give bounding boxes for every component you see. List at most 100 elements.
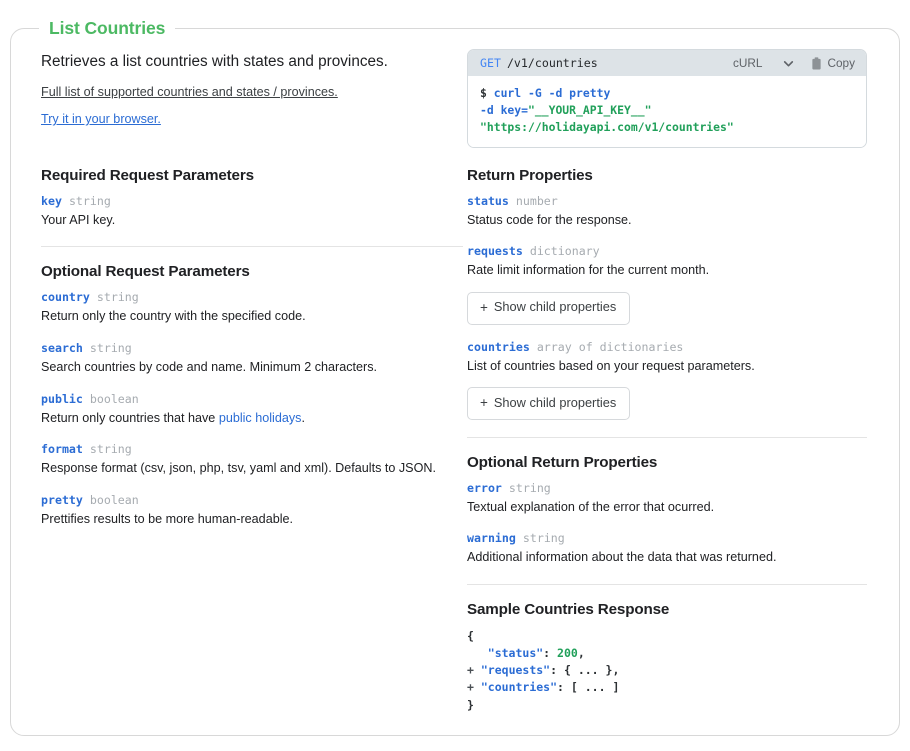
param-country: country string Return only the country wi… [41,290,463,326]
param-type: boolean [89,493,139,508]
param-type: string [89,341,132,355]
desc-text-before: Return only countries that have [41,410,219,425]
property-description: List of countries based on your request … [467,358,755,373]
return-error: error string Textual explanation of the e… [467,481,867,517]
param-type: boolean [89,391,139,406]
desc-text-after: . [301,410,305,425]
param-description: Prettifies results to be more human-read… [41,512,293,527]
code-line-1: curl -G -d pretty [493,86,611,100]
json-close-brace: } [467,697,474,712]
http-method-label: GET [480,56,501,70]
param-description: Return only countries that have public h… [41,410,463,428]
property-name: status [467,193,509,208]
param-pretty-head: pretty boolean [41,493,463,508]
clipboard-icon[interactable] [811,56,822,70]
property-name: requests [467,244,523,259]
return-countries: countries array of dictionaries List of c… [467,340,867,420]
param-description: Return only the country with the specifi… [41,309,306,324]
return-properties-heading: Return Properties [467,166,593,184]
return-warning: warning string Additional information abo… [467,531,867,567]
property-description: Additional information about the data th… [467,550,777,565]
copy-button[interactable]: Copy [827,56,855,70]
request-parameters-column: Required Request Parameters key string Yo… [41,167,463,714]
json-sep: : [543,646,558,661]
show-child-properties-label: Show child properties [493,394,617,410]
return-status: status number Status code for the respons… [467,194,867,230]
code-sample-card: GET /v1/countries cURL Copy $ curl -G -d… [467,49,867,148]
endpoint-summary: Retrieves a list countries with states a… [41,53,388,70]
page-title: List Countries [49,18,166,38]
properties-columns: Required Request Parameters key string Yo… [41,167,871,714]
json-value-status: 200 [557,646,578,661]
property-type: dictionary [529,244,600,259]
section-divider [467,584,867,586]
shell-prompt: $ [480,86,494,100]
public-holidays-link[interactable]: public holidays [219,411,302,425]
param-public-head: public boolean [41,392,463,407]
property-description: Status code for the response. [467,212,632,227]
plus-icon: + [480,300,488,315]
optional-return-properties-heading: Optional Return Properties [467,453,658,471]
param-key: key string Your API key. [41,194,463,230]
param-country-head: country string [41,290,463,305]
card-content: Retrieves a list countries with states a… [11,39,899,714]
show-child-properties-countries-button[interactable]: + Show child properties [467,387,631,420]
language-selector-label[interactable]: cURL [733,56,763,70]
json-expander-countries[interactable]: + [467,680,474,694]
param-name: format [41,442,83,457]
property-type: string [508,480,551,495]
return-properties-column: Return Properties status number Status co… [467,167,867,714]
plus-icon: + [480,395,488,411]
property-name: warning [467,531,516,546]
overview-row: Retrieves a list countries with states a… [41,49,871,148]
code-line-3: "https://holidayapi.com/v1/countries" [480,119,734,134]
param-description: Search countries by code and name. Minim… [41,360,377,375]
property-description: Textual explanation of the error that oc… [467,499,715,514]
section-divider [467,436,867,438]
param-type: string [68,193,111,208]
optional-params-heading: Optional Request Parameters [41,263,250,281]
property-description: Rate limit information for the current m… [467,263,710,278]
json-key-requests: "requests" [480,663,551,678]
param-name: public [41,391,83,406]
param-name: key [41,193,62,208]
description-column: Retrieves a list countries with states a… [41,49,463,138]
endpoint-card: List Countries Retrieves a list countrie… [10,18,900,736]
json-trail: , [577,646,585,661]
json-expander-requests[interactable]: + [467,663,474,677]
show-child-properties-label: Show child properties [493,299,617,315]
property-type: array of dictionaries [536,339,684,354]
sample-response-code: { "status": 200, + "requests": { ... }, … [467,628,867,714]
code-sample-header: GET /v1/countries cURL Copy [468,50,866,76]
param-key-head: key string [41,194,463,209]
code-sample-body: $ curl -G -d pretty -d key="__YOUR_API_K… [468,76,866,147]
param-name: pretty [41,493,83,508]
code-line-2-value: "__YOUR_API_KEY__" [528,102,652,117]
json-key-countries: "countries" [480,680,558,695]
json-value-countries: [ ... ] [570,680,620,695]
param-type: string [96,290,139,305]
code-sample-column: GET /v1/countries cURL Copy $ curl -G -d… [467,49,867,148]
return-status-head: status number [467,194,867,209]
param-search-head: search string [41,341,463,356]
param-public: public boolean Return only countries that… [41,392,463,428]
json-open-brace: { [467,629,474,644]
show-child-properties-requests-button[interactable]: + Show child properties [467,292,631,325]
try-in-browser-link[interactable]: Try it in your browser. [41,111,463,128]
param-description: Your API key. [41,212,116,227]
property-type: number [515,193,558,208]
param-format: format string Response format (csv, json,… [41,442,463,478]
return-error-head: error string [467,481,867,496]
chevron-down-icon[interactable] [782,57,795,70]
json-sep: : [557,680,571,695]
param-search: search string Search countries by code an… [41,341,463,377]
param-type: string [89,442,132,457]
supported-countries-link[interactable]: Full list of supported countries and sta… [41,84,463,101]
required-params-heading: Required Request Parameters [41,166,254,184]
section-divider [41,246,463,248]
property-name: countries [467,339,530,354]
endpoint-path-label: /v1/countries [506,56,598,70]
page-root: List Countries Retrieves a list countrie… [0,0,910,751]
return-requests-head: requests dictionary [467,244,867,259]
json-key-status: "status" [487,646,544,661]
